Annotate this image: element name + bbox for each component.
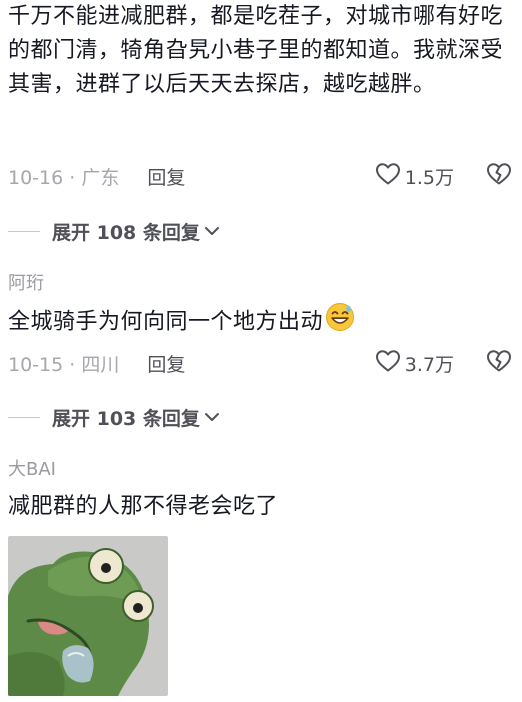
- comment-meta: 10-16 · 广东 回复 1.5万: [8, 158, 512, 194]
- expand-replies-label: 展开 103 条回复: [52, 407, 200, 430]
- dislike-button[interactable]: [486, 345, 512, 381]
- comment-item: 千万不能进减肥群，都是吃茬子，对城市哪有好吃的都门清，犄角旮旯小巷子里的都知道。…: [8, 0, 512, 102]
- frog-sticker-image[interactable]: [8, 536, 168, 696]
- like-count: 3.7万: [404, 353, 454, 376]
- comment-content: 减肥群的人那不得老会吃了: [8, 494, 279, 519]
- heart-outline-icon: [375, 162, 401, 190]
- broken-heart-icon: [486, 349, 512, 377]
- expand-replies-label: 展开 108 条回复: [52, 221, 200, 244]
- comment-date-location: 10-15 · 四川: [8, 353, 120, 376]
- chevron-down-icon: [204, 411, 220, 423]
- grinning-sweat-emoji: [325, 302, 355, 343]
- dislike-button[interactable]: [486, 158, 512, 194]
- comment-item: 阿珩 全城骑手为何向同一个地方出动: [8, 272, 512, 343]
- like-button[interactable]: 3.7万: [375, 345, 454, 381]
- heart-outline-icon: [375, 349, 401, 377]
- expand-replies-button[interactable]: 展开 103 条回复: [8, 402, 220, 432]
- reply-button[interactable]: 回复: [147, 163, 185, 190]
- comment-content: 全城骑手为何向同一个地方出动: [8, 309, 324, 335]
- divider-line: [8, 230, 40, 232]
- broken-heart-icon: [486, 162, 512, 190]
- comment-date-location: 10-16 · 广东: [8, 166, 120, 189]
- comment-content: 千万不能进减肥群，都是吃茬子，对城市哪有好吃的都门清，犄角旮旯小巷子里的都知道。…: [8, 4, 504, 97]
- comment-username[interactable]: 大BAI: [8, 458, 512, 482]
- comment-meta: 10-15 · 四川 回复 3.7万: [8, 345, 512, 381]
- divider-line: [8, 416, 40, 418]
- expand-replies-button[interactable]: 展开 108 条回复: [8, 216, 220, 246]
- comment-content-row: 全城骑手为何向同一个地方出动: [8, 302, 512, 343]
- comment-item: 大BAI 减肥群的人那不得老会吃了: [8, 458, 512, 524]
- reply-button[interactable]: 回复: [147, 350, 185, 377]
- comment-username[interactable]: 阿珩: [8, 272, 512, 296]
- like-button[interactable]: 1.5万: [375, 158, 454, 194]
- like-count: 1.5万: [404, 166, 454, 189]
- chevron-down-icon: [204, 225, 220, 237]
